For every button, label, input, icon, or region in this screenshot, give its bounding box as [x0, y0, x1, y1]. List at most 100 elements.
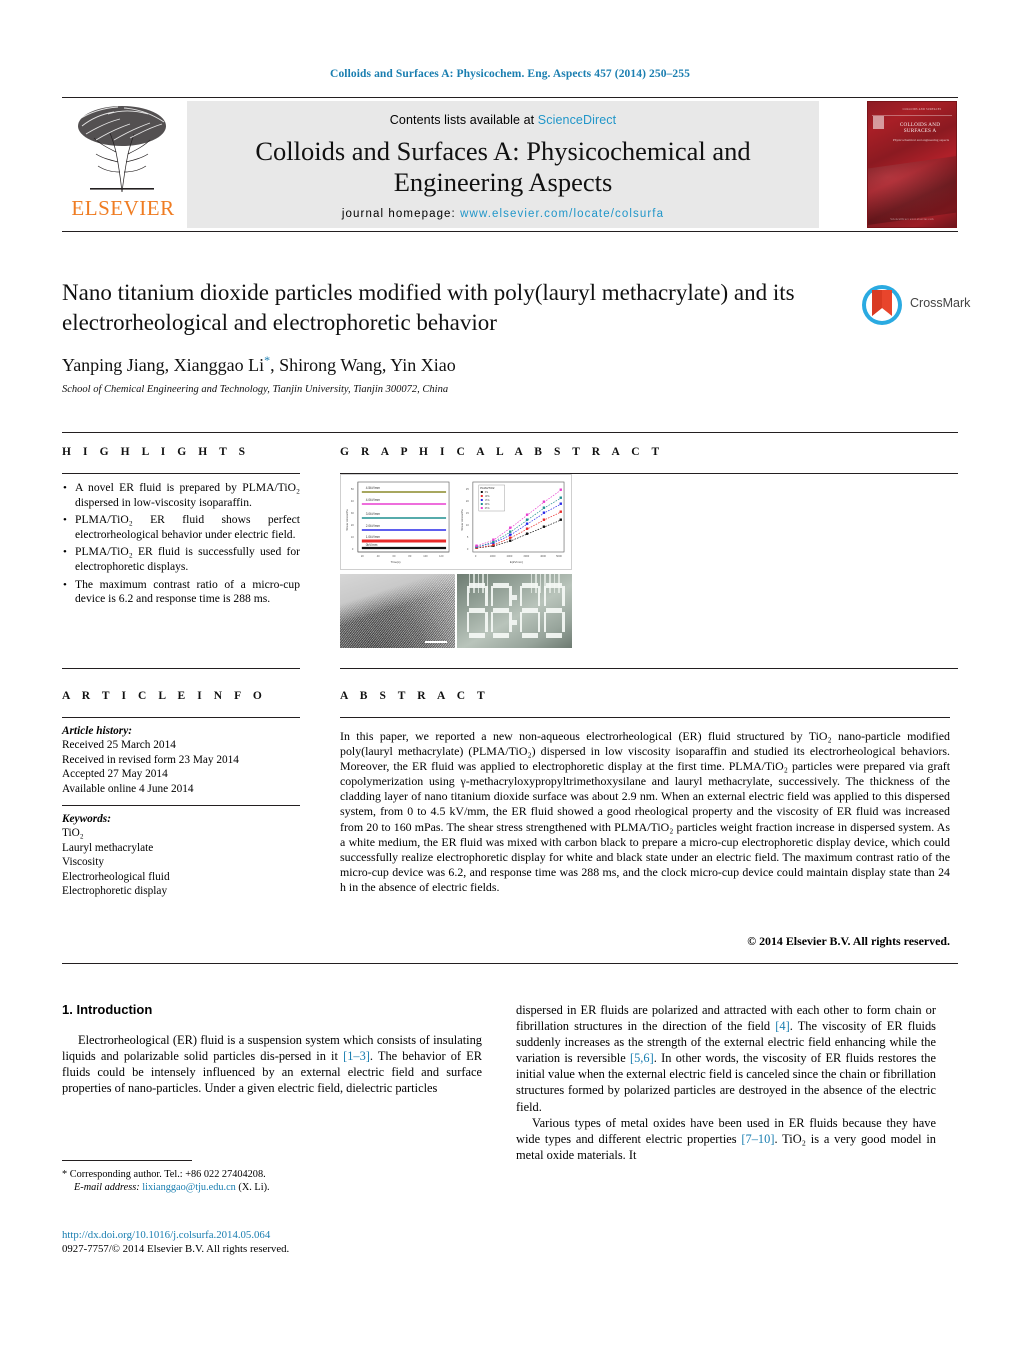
- running-head: Colloids and Surfaces A: Physicochem. En…: [330, 68, 690, 80]
- chart-shear-stress-vs-field: PLMA/TiO2 5% 10% 15% 20% 25% 0 1000 2000 3…: [459, 478, 568, 566]
- svg-text:10: 10: [351, 535, 354, 539]
- keyword-item: Lauryl methacrylate: [62, 841, 154, 854]
- history-revised: Received in revised form 23 May 2014: [62, 753, 239, 766]
- doi-block: http://dx.doi.org/10.1016/j.colsurfa.201…: [62, 1229, 492, 1257]
- highlights-heading: H I G H L I G H T S: [62, 446, 250, 458]
- svg-text:25%: 25%: [485, 507, 491, 510]
- rule-article-info-top: [62, 717, 300, 718]
- journal-title-line1: Colloids and Surfaces A: Physicochemical…: [255, 136, 751, 166]
- cover-swirl: [868, 153, 956, 227]
- journal-title: Colloids and Surfaces A: Physicochemical…: [187, 136, 819, 198]
- svg-text:0: 0: [475, 554, 477, 558]
- article-info-section: A R T I C L E I N F O: [62, 690, 300, 702]
- cover-top-band: COLLOIDS AND SURFACES: [902, 108, 942, 111]
- svg-text:5: 5: [467, 535, 469, 539]
- list-item: PLMA/TiO₂ ER fluid is successfully used …: [62, 545, 300, 574]
- svg-text:120: 120: [439, 554, 444, 558]
- paragraph: Various types of metal oxides have been …: [516, 1115, 936, 1163]
- article-history: Article history: Received 25 March 2014 …: [62, 724, 300, 796]
- citation-ref[interactable]: [4]: [775, 1019, 789, 1033]
- email-note: E-mail address: lixianggao@tju.edu.cn (X…: [62, 1181, 482, 1194]
- rule-highlights-top: [62, 473, 300, 474]
- svg-text:10: 10: [466, 523, 469, 527]
- graphical-abstract-images: [340, 574, 572, 648]
- tem-micrograph-image: [340, 574, 455, 648]
- svg-text:3000: 3000: [523, 554, 529, 558]
- seven-segment-digit: [490, 582, 512, 638]
- seven-segment-digit: [543, 582, 565, 638]
- body-column-left: 1. Introduction Electrorheological (ER) …: [62, 1002, 482, 1096]
- article-info-heading: A R T I C L E I N F O: [62, 690, 267, 702]
- article-history-label: Article history:: [62, 725, 132, 737]
- svg-text:15%: 15%: [485, 499, 491, 502]
- journal-homepage-link[interactable]: www.elsevier.com/locate/colsurfa: [460, 208, 664, 220]
- email-label: E-mail address:: [74, 1182, 140, 1194]
- citation-ref[interactable]: [1–3]: [343, 1049, 370, 1063]
- citation-ref[interactable]: [7–10]: [741, 1132, 774, 1146]
- keywords-block: Keywords: TiO₂ Lauryl methacrylate Visco…: [62, 812, 300, 898]
- keyword-item: Electrorheological fluid: [62, 870, 170, 883]
- keyword-item: Electrophoretic display: [62, 885, 168, 898]
- crossmark-icon[interactable]: [860, 283, 904, 327]
- corresponding-author-note: * Corresponding author. Tel.: +86 022 27…: [62, 1168, 482, 1181]
- list-item: PLMA/TiO₂ ER fluid shows perfect electro…: [62, 513, 300, 542]
- authors-rest: , Shirong Wang, Yin Xiao: [270, 355, 456, 375]
- crossmark-label: CrossMark: [910, 296, 971, 310]
- citation-ref[interactable]: [5,6]: [630, 1051, 654, 1065]
- keyword-item: Viscosity: [62, 856, 104, 869]
- abstract-section: A B S T R A C T: [340, 690, 950, 702]
- cover-subtitle: Physicochemical and engineering aspects: [892, 138, 950, 142]
- svg-text:4000: 4000: [540, 554, 546, 558]
- cover-elsevier-mark: [873, 116, 884, 129]
- svg-text:Time(s): Time(s): [391, 560, 401, 564]
- svg-text:100: 100: [423, 554, 428, 558]
- svg-text:PLMA/TiO2: PLMA/TiO2: [480, 486, 495, 490]
- svg-text:20%: 20%: [485, 503, 491, 506]
- graphical-abstract-heading: G R A P H I C A L A B S T R A C T: [340, 446, 664, 458]
- cover-title: COLLOIDS AND SURFACES A: [899, 122, 941, 134]
- svg-text:0kV/mm: 0kV/mm: [366, 543, 378, 547]
- seven-segment-digit: [519, 582, 541, 638]
- journal-title-line2: Engineering Aspects: [393, 167, 613, 197]
- highlights-section: H I G H L I G H T S: [62, 446, 300, 458]
- svg-text:5000: 5000: [556, 554, 562, 558]
- svg-text:25: 25: [466, 487, 469, 491]
- svg-text:1.0kV/mm: 1.0kV/mm: [366, 535, 381, 539]
- svg-text:20: 20: [361, 554, 364, 558]
- paragraph: Electrorheological (ER) fluid is a suspe…: [62, 1032, 482, 1096]
- svg-text:40: 40: [351, 499, 354, 503]
- email-link[interactable]: lixianggao@tju.edu.cn: [142, 1182, 236, 1193]
- tem-particle-edge: [340, 574, 455, 626]
- svg-text:0: 0: [467, 547, 469, 551]
- journal-cover-thumbnail: COLLOIDS AND SURFACES COLLOIDS AND SURFA…: [867, 101, 957, 228]
- svg-text:Shear stress/Pa: Shear stress/Pa: [460, 509, 464, 531]
- abstract-text: In this paper, we reported a new non-aqu…: [340, 729, 950, 894]
- author-list: Yanping Jiang, Xianggao Li*, Shirong Wan…: [62, 353, 852, 376]
- graphical-abstract-figure: 4.5kV/mm 4.0kV/mm 3.0kV/mm 2.0kV/mm 1.0k…: [340, 474, 572, 652]
- cover-footer: ScienceDirect www.elsevier.com: [890, 218, 934, 221]
- rule-below-abstract: [62, 963, 958, 964]
- microcup-display-device-image: [457, 574, 572, 648]
- keyword-item: TiO₂: [62, 827, 84, 840]
- svg-text:30: 30: [351, 511, 354, 515]
- history-accepted: Accepted 27 May 2014: [62, 768, 168, 781]
- section-number: 1.: [62, 1002, 73, 1017]
- seven-segment-digit: [466, 582, 488, 638]
- svg-text:4.5kV/mm: 4.5kV/mm: [366, 486, 381, 490]
- history-received: Received 25 March 2014: [62, 739, 176, 752]
- footnote-rule: [62, 1160, 192, 1161]
- chart-shear-stress-vs-time: 4.5kV/mm 4.0kV/mm 3.0kV/mm 2.0kV/mm 1.0k…: [344, 478, 453, 566]
- svg-text:60: 60: [393, 554, 396, 558]
- svg-text:40: 40: [377, 554, 380, 558]
- graphical-abstract-section: G R A P H I C A L A B S T R A C T: [340, 446, 958, 458]
- contents-prefix: Contents lists available at: [389, 113, 538, 127]
- svg-text:E(kV/mm): E(kV/mm): [510, 560, 523, 564]
- doi-link[interactable]: http://dx.doi.org/10.1016/j.colsurfa.201…: [62, 1229, 492, 1243]
- sciencedirect-link[interactable]: ScienceDirect: [538, 113, 616, 127]
- svg-text:20: 20: [466, 499, 469, 503]
- abstract-copyright: © 2014 Elsevier B.V. All rights reserved…: [747, 934, 950, 948]
- abstract-heading: A B S T R A C T: [340, 690, 490, 702]
- crossmark-badge[interactable]: CrossMark: [860, 283, 970, 329]
- rule-graphical-abstract-bottom: [340, 668, 958, 669]
- list-item: A novel ER fluid is prepared by PLMA/TiO…: [62, 481, 300, 510]
